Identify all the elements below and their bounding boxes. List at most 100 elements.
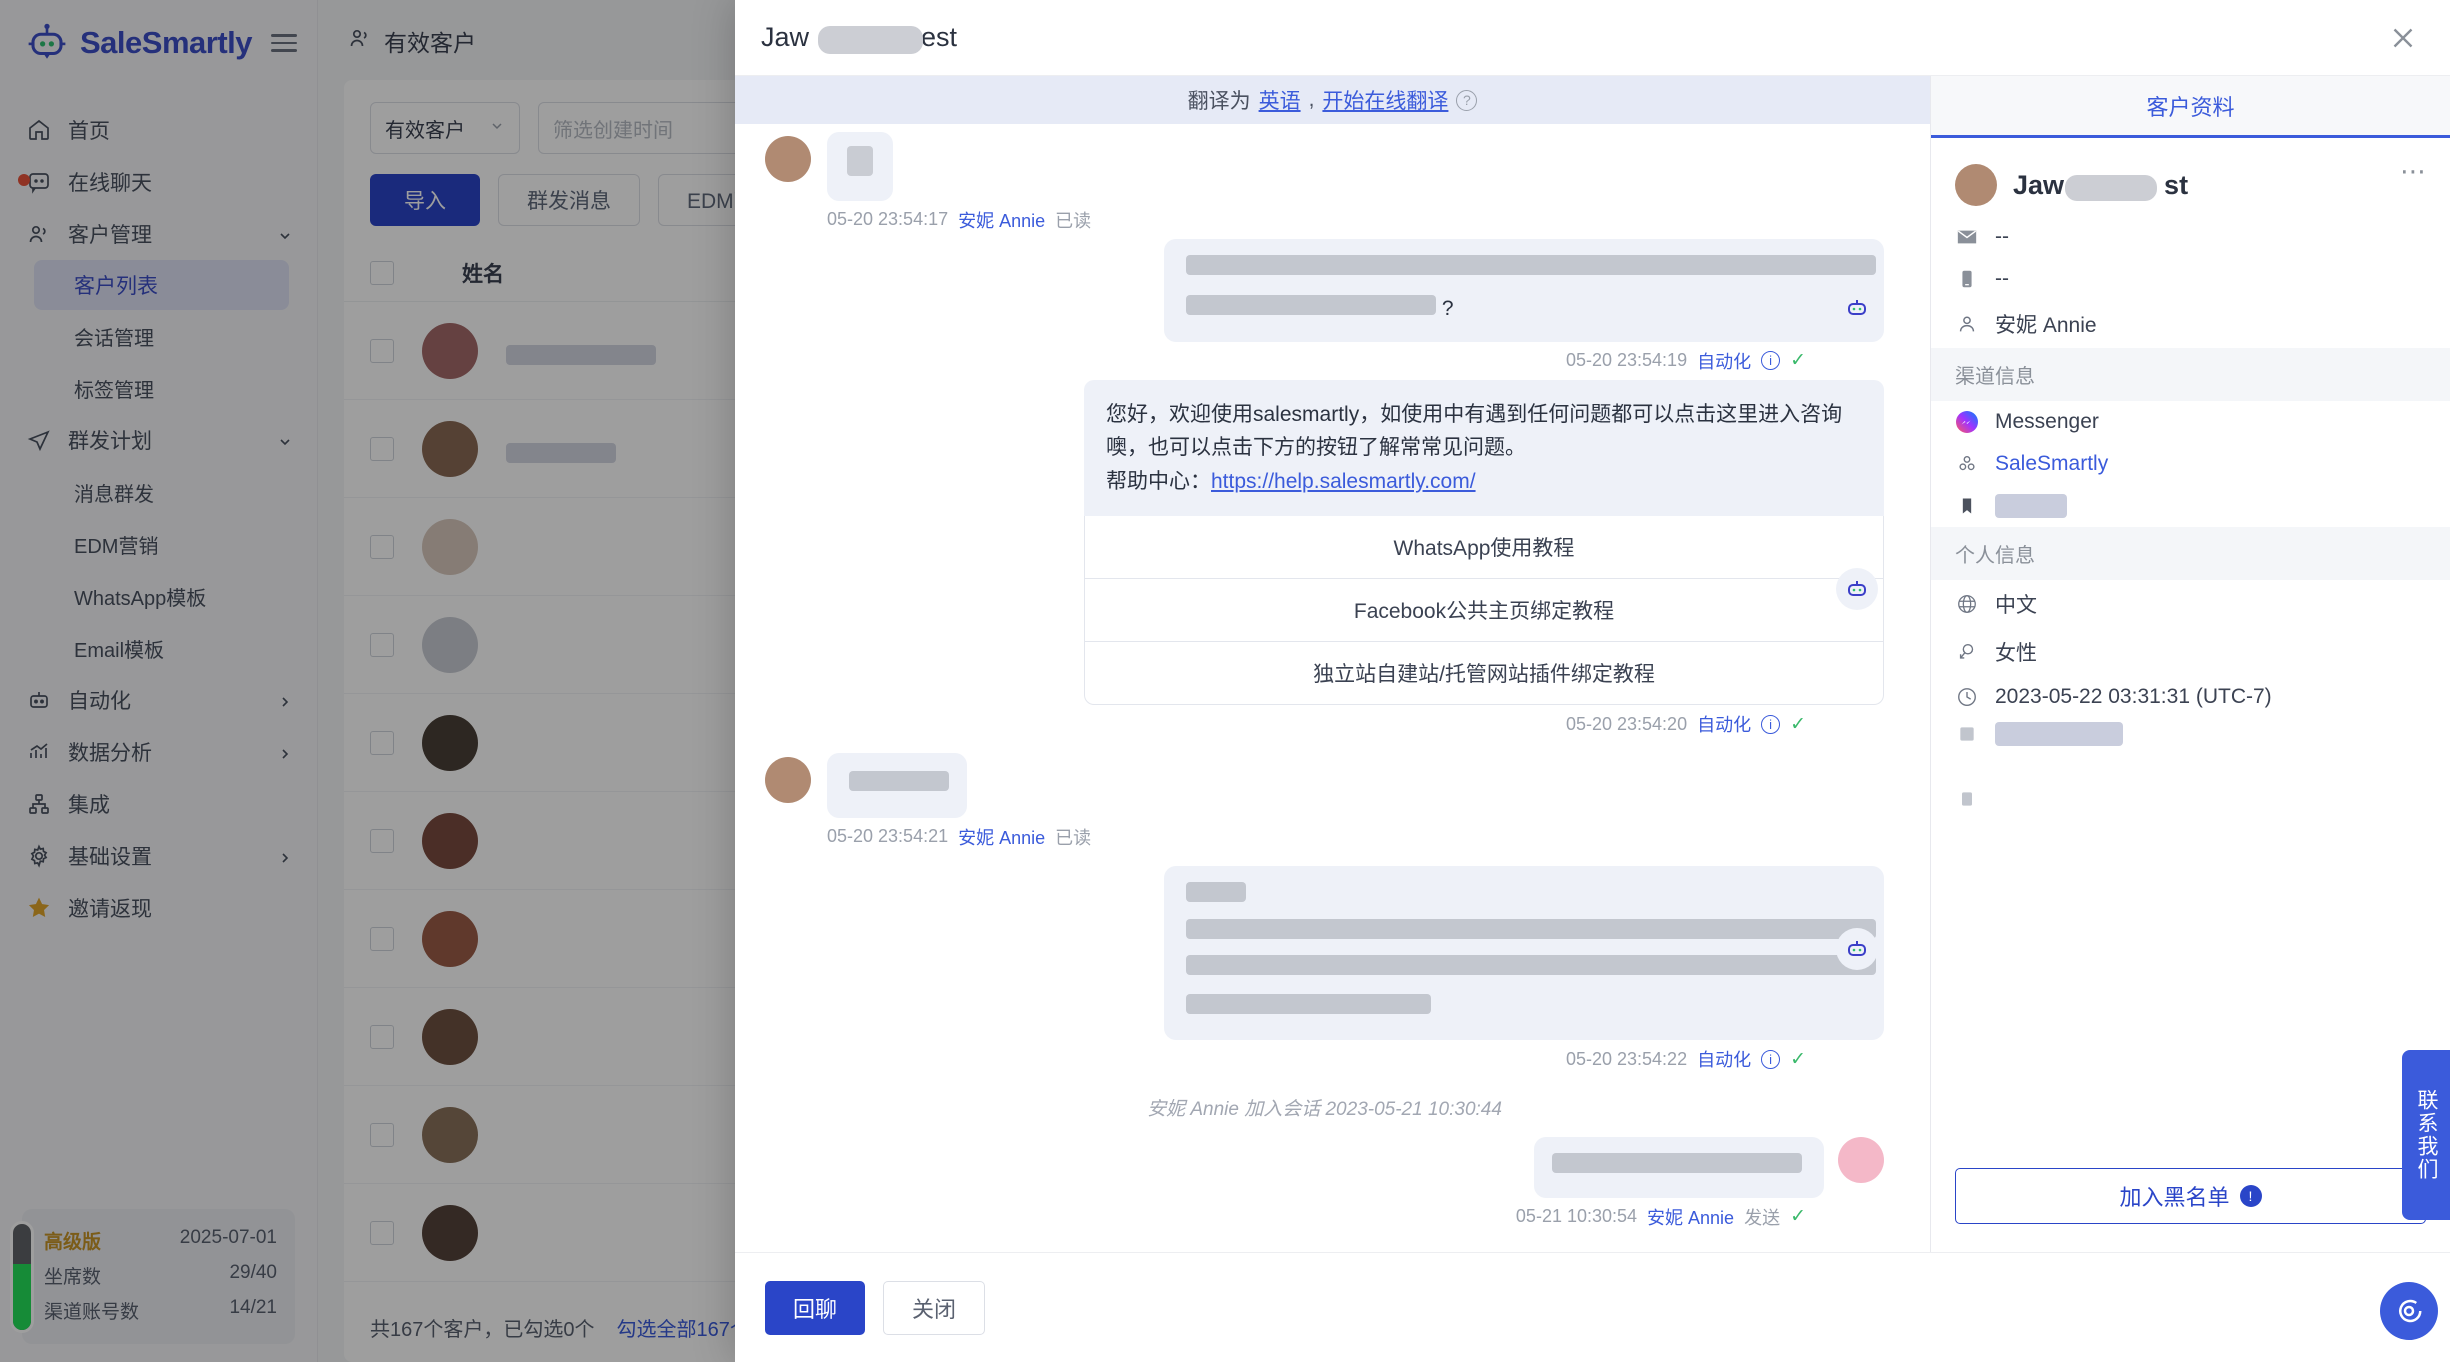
modal-footer: 回聊 关闭 <box>735 1252 2450 1362</box>
profile-name-suffix: st <box>2164 169 2189 200</box>
message-meta: 05-20 23:54:19 自动化 i ✓ <box>765 348 1884 374</box>
message-time: 05-20 23:54:22 <box>1565 1048 1688 1069</box>
redacted-value <box>1995 722 2123 746</box>
tab-customer-profile[interactable]: 客户资料 <box>1931 76 2450 138</box>
email-icon <box>1955 225 1979 249</box>
message-sender: 自动化 <box>1697 1050 1752 1071</box>
message-list[interactable]: 05-20 23:54:17 安妮 Annie 已读 ? 05-20 23:54… <box>735 124 1930 1252</box>
info-icon[interactable]: i <box>1761 1049 1781 1069</box>
person-icon <box>1955 312 1979 336</box>
contact-us-label: 联系我们 <box>2415 1089 2438 1181</box>
warning-badge: ! <box>2239 1185 2262 1207</box>
message-status: 已读 <box>1055 827 1092 848</box>
message-item: ? 05-20 23:54:19 自动化 i ✓ <box>765 238 1884 374</box>
translate-separator: , <box>1308 88 1315 111</box>
close-button[interactable]: 关闭 <box>883 1280 986 1335</box>
redacted-name-mask <box>2065 174 2157 201</box>
profile-owner-row: 安妮 Annie <box>1931 300 2450 348</box>
bot-avatar <box>1836 567 1878 610</box>
profile-bookmark-row <box>1931 485 2450 527</box>
modal-title: Jaw est <box>761 22 958 54</box>
message-item: 05-20 23:54:21 安妮 Annie 已读 <box>765 753 1884 850</box>
chat-column: 翻译为 英语, 开始在线翻译 ? 05-20 23:54:17 安妮 Annie… <box>735 76 1930 1252</box>
quick-reply-button[interactable]: Facebook公共主页绑定教程 <box>1084 579 1884 643</box>
section-personal-info: 个人信息 <box>1931 527 2450 580</box>
profile-owner-value: 安妮 Annie <box>1995 314 2097 337</box>
salesmartly-icon <box>1955 452 1979 476</box>
message-bubble <box>827 132 893 201</box>
bot-avatar <box>1836 927 1878 970</box>
gender-icon <box>1955 640 1979 664</box>
message-bubble <box>1534 1137 1824 1198</box>
message-bubble <box>1164 865 1884 1041</box>
quick-reply-button[interactable]: 独立站自建站/托管网站插件绑定教程 <box>1084 642 1884 706</box>
message-status: 发送 <box>1744 1207 1781 1228</box>
sent-check-icon: ✓ <box>1790 1048 1806 1070</box>
profile-email-row: -- <box>1931 216 2450 258</box>
message-time: 05-20 23:54:20 <box>1565 713 1688 734</box>
note-icon <box>1955 787 1979 811</box>
modal-body: 翻译为 英语, 开始在线翻译 ? 05-20 23:54:17 安妮 Annie… <box>735 76 2450 1252</box>
more-icon[interactable]: ⋯ <box>2400 156 2428 187</box>
close-icon[interactable] <box>2386 21 2420 55</box>
blacklist-label: 加入黑名单 <box>2119 1185 2230 1210</box>
avatar <box>765 136 811 182</box>
profile-body: Jaw st ⋯ -- -- 安妮 Annie 渠道信息 Messenger S… <box>1931 138 2450 1252</box>
phone-icon <box>1955 267 1979 291</box>
avatar <box>1838 1137 1884 1184</box>
profile-language-row: 中文 <box>1931 580 2450 628</box>
help-center-link[interactable]: https://help.salesmartly.com/ <box>1211 470 1476 493</box>
welcome-text: 您好，欢迎使用salesmartly，如使用中有遇到任何问题都可以点击这里进入咨… <box>1084 379 1884 517</box>
reply-button[interactable]: 回聊 <box>765 1280 866 1335</box>
info-icon[interactable]: i <box>1761 351 1781 371</box>
blacklist-area: 加入黑名单 ! <box>1955 1168 2426 1224</box>
globe-icon <box>1955 592 1979 616</box>
message-sender: 安妮 Annie <box>958 827 1046 848</box>
message-item: 05-21 10:30:54 安妮 Annie 发送 ✓ <box>765 1137 1884 1230</box>
welcome-body: 您好，欢迎使用salesmartly，如使用中有遇到任何问题都可以点击这里进入咨… <box>1106 402 1843 460</box>
help-center-label: 帮助中心： <box>1106 469 1211 493</box>
modal-title-suffix: est <box>921 22 958 52</box>
clock-icon <box>1955 685 1979 709</box>
message-time: 05-21 10:30:54 <box>1515 1206 1638 1227</box>
profile-messenger-value: Messenger <box>1995 410 2099 433</box>
profile-gender-value: 女性 <box>1995 642 2037 665</box>
profile-email-value: -- <box>1995 225 2009 248</box>
message-meta: 05-20 23:54:22 自动化 i ✓ <box>765 1046 1884 1072</box>
redacted-value <box>1995 494 2067 518</box>
start-online-translate-link[interactable]: 开始在线翻译 <box>1322 85 1448 115</box>
profile-phone-value: -- <box>1995 267 2009 290</box>
system-end-message: 安妮 Annie 结束会话 2023-05-21 12:01:24 <box>765 1236 1884 1252</box>
message-time: 05-20 23:54:21 <box>827 826 949 847</box>
quick-reply-button[interactable]: WhatsApp使用教程 <box>1084 516 1884 580</box>
translate-prefix: 翻译为 <box>1187 90 1251 113</box>
chat-bubble-icon[interactable] <box>2380 1282 2438 1340</box>
message-sender: 自动化 <box>1697 715 1752 736</box>
messenger-icon <box>1955 410 1979 434</box>
question-icon[interactable]: ? <box>1456 89 1478 111</box>
contact-us-tab[interactable]: 联系我们 <box>2402 1050 2450 1220</box>
message-item: 您好，欢迎使用salesmartly，如使用中有遇到任何问题都可以点击这里进入咨… <box>765 379 1884 738</box>
avatar <box>765 757 811 804</box>
profile-source-value[interactable]: SaleSmartly <box>1995 452 2108 476</box>
bot-avatar <box>1836 286 1878 329</box>
profile-panel: 客户资料 Jaw st ⋯ -- -- 安妮 Annie 渠道信息 Messen… <box>1930 76 2450 1252</box>
profile-messenger-row: Messenger <box>1931 401 2450 443</box>
customer-detail-modal: Jaw est 翻译为 英语, 开始在线翻译 ? 05-20 23:54:17 … <box>735 0 2450 1362</box>
sent-check-icon: ✓ <box>1790 350 1806 372</box>
profile-name: Jaw st <box>2013 170 2188 201</box>
modal-header: Jaw est <box>735 0 2450 76</box>
redacted-name-mask <box>818 26 923 54</box>
profile-header: Jaw st ⋯ <box>1931 138 2450 216</box>
profile-gender-row: 女性 <box>1931 628 2450 676</box>
profile-phone-row: -- <box>1931 258 2450 300</box>
info-icon[interactable]: i <box>1761 714 1781 734</box>
translate-bar: 翻译为 英语, 开始在线翻译 ? <box>735 76 1930 124</box>
profile-created-value: 2023-05-22 03:31:31 (UTC-7) <box>1995 685 2272 708</box>
message-sender: 自动化 <box>1697 351 1752 372</box>
translate-language-link[interactable]: 英语 <box>1259 85 1301 115</box>
add-to-blacklist-button[interactable]: 加入黑名单 ! <box>1955 1168 2426 1224</box>
message-bubble: ? <box>1164 238 1884 342</box>
message-meta: 05-20 23:54:20 自动化 i ✓ <box>765 711 1884 737</box>
sent-check-icon: ✓ <box>1790 713 1806 735</box>
